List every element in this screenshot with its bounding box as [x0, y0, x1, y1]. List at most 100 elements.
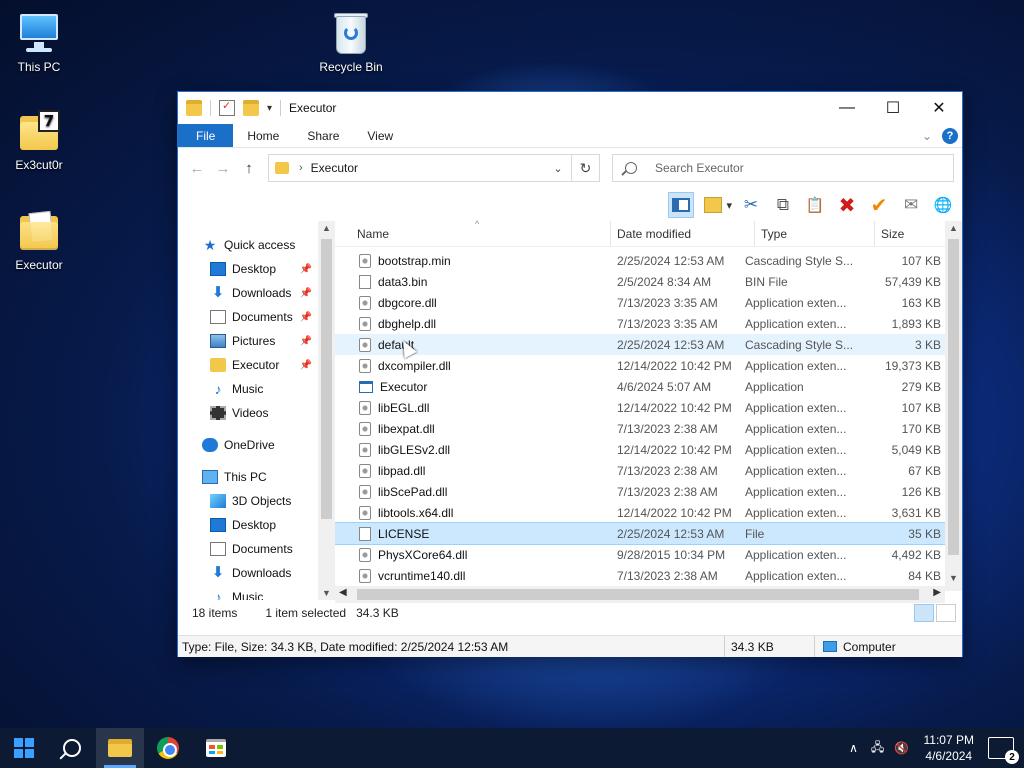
column-type[interactable]: Type [755, 221, 875, 246]
show-hidden-icons-button[interactable]: ∧ [844, 741, 864, 755]
views-dropdown[interactable]: ▾ [726, 199, 732, 212]
file-row[interactable]: default 2/25/2024 12:53 AM Cascading Style… [335, 334, 945, 355]
chevron-down-icon[interactable]: ▼ [945, 573, 962, 583]
file-name: dxcompiler.dll [378, 358, 451, 373]
expand-ribbon-icon[interactable]: ⌄ [922, 129, 932, 143]
nav-item-onedrive[interactable]: OneDrive [178, 433, 318, 457]
file-row[interactable]: PhysXCore64.dll 9/28/2015 10:34 PM Applica… [335, 544, 945, 565]
email-button[interactable]: ✉ [898, 192, 924, 218]
chevron-up-icon[interactable]: ▲ [318, 223, 335, 233]
nav-item-documents[interactable]: Documents 📌 [178, 305, 318, 329]
details-view-button[interactable] [914, 604, 934, 622]
up-button[interactable]: ↑ [236, 160, 262, 177]
nav-item-downloads[interactable]: ⬇ Downloads [178, 561, 318, 585]
desktop-icon-executor[interactable]: Executor [0, 208, 78, 272]
cut-button[interactable]: ✂ [738, 192, 764, 218]
quick-access-dropdown[interactable]: ▾ [267, 103, 272, 114]
tab-home[interactable]: Home [233, 124, 293, 147]
file-row[interactable]: Executor 4/6/2024 5:07 AM Application 279 K… [335, 376, 945, 397]
column-name[interactable]: Name [335, 221, 611, 246]
desktop-icon-this-pc[interactable]: This PC [0, 10, 78, 74]
chevron-down-icon[interactable]: ⌄ [545, 162, 571, 175]
search-button[interactable] [48, 728, 96, 768]
file-row[interactable]: dbghelp.dll 7/13/2023 3:35 AM Application … [335, 313, 945, 334]
system-tray: ∧ 🖧 🔇 11:07 PM 4/6/2024 2 [844, 728, 1024, 768]
globe-button[interactable]: 🌐 [930, 192, 956, 218]
close-button[interactable]: ✕ [916, 92, 962, 124]
desktop-icon-ex3cut0r[interactable]: 7 Ex3cut0r [0, 108, 78, 172]
refresh-button[interactable]: ↻ [572, 154, 600, 182]
back-button[interactable]: ← [184, 160, 210, 177]
search-input[interactable]: Search Executor [612, 154, 954, 182]
delete-button[interactable]: ✖ [834, 192, 860, 218]
taskbar-file-explorer[interactable] [96, 728, 144, 768]
file-vscrollbar[interactable]: ▲ ▼ [945, 221, 962, 591]
tab-view[interactable]: View [353, 124, 407, 147]
desktop-icon-recycle-bin[interactable]: Recycle Bin [312, 10, 390, 74]
file-row[interactable]: bootstrap.min 2/25/2024 12:53 AM Cascading… [335, 250, 945, 271]
tab-file[interactable]: File [178, 124, 234, 147]
breadcrumb[interactable]: Executor [311, 161, 545, 175]
copy-button[interactable]: ⧉ [770, 192, 796, 218]
help-icon[interactable]: ? [942, 127, 958, 144]
file-row[interactable]: libScePad.dll 7/13/2023 2:38 AM Applicatio… [335, 481, 945, 502]
file-row[interactable]: vcruntime140.dll 7/13/2023 2:38 AM Applica… [335, 565, 945, 586]
column-size[interactable]: Size [875, 221, 945, 246]
start-button[interactable] [0, 728, 48, 768]
rename-button[interactable]: ✔ [866, 192, 892, 218]
nav-item-desktop[interactable]: Desktop 📌 [178, 257, 318, 281]
new-folder-icon[interactable] [243, 100, 259, 116]
nav-item-desktop[interactable]: Desktop [178, 513, 318, 537]
navigation-pane-button[interactable] [668, 192, 695, 218]
network-icon[interactable]: 🖧 [868, 738, 888, 759]
nav-item-3d-objects[interactable]: 3D Objects [178, 489, 318, 513]
nav-scrollbar[interactable]: ▲ ▼ [318, 221, 335, 600]
file-row[interactable]: data3.bin 2/5/2024 8:34 AM BIN File 57,439 … [335, 271, 945, 292]
maximize-button[interactable]: ☐ [870, 92, 916, 124]
file-size: 35 KB [908, 526, 941, 541]
nav-item-quick-access[interactable]: ★ Quick access [178, 233, 318, 257]
notification-button[interactable]: 2 [988, 737, 1019, 764]
volume-muted-icon[interactable]: 🔇 [892, 741, 912, 755]
forward-button[interactable]: → [210, 160, 236, 177]
taskbar-chrome[interactable] [144, 728, 192, 768]
views-button[interactable] [700, 192, 726, 218]
large-icons-view-button[interactable] [936, 604, 956, 622]
taskbar-store[interactable] [192, 728, 240, 768]
nav-item-executor[interactable]: Executor 📌 [178, 353, 318, 377]
nav-scroll-thumb[interactable] [321, 239, 332, 519]
file-row[interactable]: libpad.dll 7/13/2023 2:38 AM Application e… [335, 460, 945, 481]
h-scroll-thumb[interactable] [357, 589, 919, 600]
properties-icon[interactable] [219, 99, 235, 116]
nav-item-music[interactable]: ♪ Music [178, 377, 318, 401]
title-bar[interactable]: ▾ Executor — ☐ ✕ [178, 92, 962, 124]
nav-item-pictures[interactable]: Pictures 📌 [178, 329, 318, 353]
globe-icon: 🌐 [933, 197, 953, 214]
address-field[interactable]: › Executor ⌄ [268, 154, 572, 182]
nav-item-downloads[interactable]: ⬇ Downloads 📌 [178, 281, 318, 305]
chevron-down-icon[interactable]: ▼ [318, 588, 335, 598]
file-row[interactable]: libexpat.dll 7/13/2023 2:38 AM Application… [335, 418, 945, 439]
file-row[interactable]: libEGL.dll 12/14/2022 10:42 PM Application… [335, 397, 945, 418]
tab-share[interactable]: Share [293, 124, 353, 147]
column-date-modified[interactable]: Date modified [611, 221, 755, 246]
nav-item-music[interactable]: ♪ Music [178, 585, 318, 600]
file-hscrollbar[interactable]: ◀ ▶ [335, 586, 945, 603]
file-row[interactable]: LICENSE 2/25/2024 12:53 AM File 35 KB [335, 522, 945, 545]
paste-button[interactable]: 📋 [802, 192, 828, 218]
chevron-left-icon[interactable]: ◀ [339, 587, 347, 598]
file-row[interactable]: libtools.x64.dll 12/14/2022 10:42 PM Appli… [335, 502, 945, 523]
clock[interactable]: 11:07 PM 4/6/2024 [924, 732, 974, 764]
file-row[interactable]: dxcompiler.dll 12/14/2022 10:42 PM Applica… [335, 355, 945, 376]
file-row[interactable]: dbgcore.dll 7/13/2023 3:35 AM Application … [335, 292, 945, 313]
nav-item-this-pc[interactable]: This PC [178, 465, 318, 489]
file-row[interactable]: libGLESv2.dll 12/14/2022 10:42 PM Applicat… [335, 439, 945, 460]
nav-item-documents[interactable]: Documents [178, 537, 318, 561]
file-scroll-thumb[interactable] [948, 239, 959, 555]
chevron-up-icon[interactable]: ▲ [945, 223, 962, 233]
file-size: 4,492 KB [891, 547, 941, 562]
chevron-right-icon[interactable]: ▶ [933, 587, 941, 598]
minimize-button[interactable]: — [824, 92, 870, 124]
nav-item-videos[interactable]: Videos [178, 401, 318, 425]
computer-icon [823, 641, 837, 652]
